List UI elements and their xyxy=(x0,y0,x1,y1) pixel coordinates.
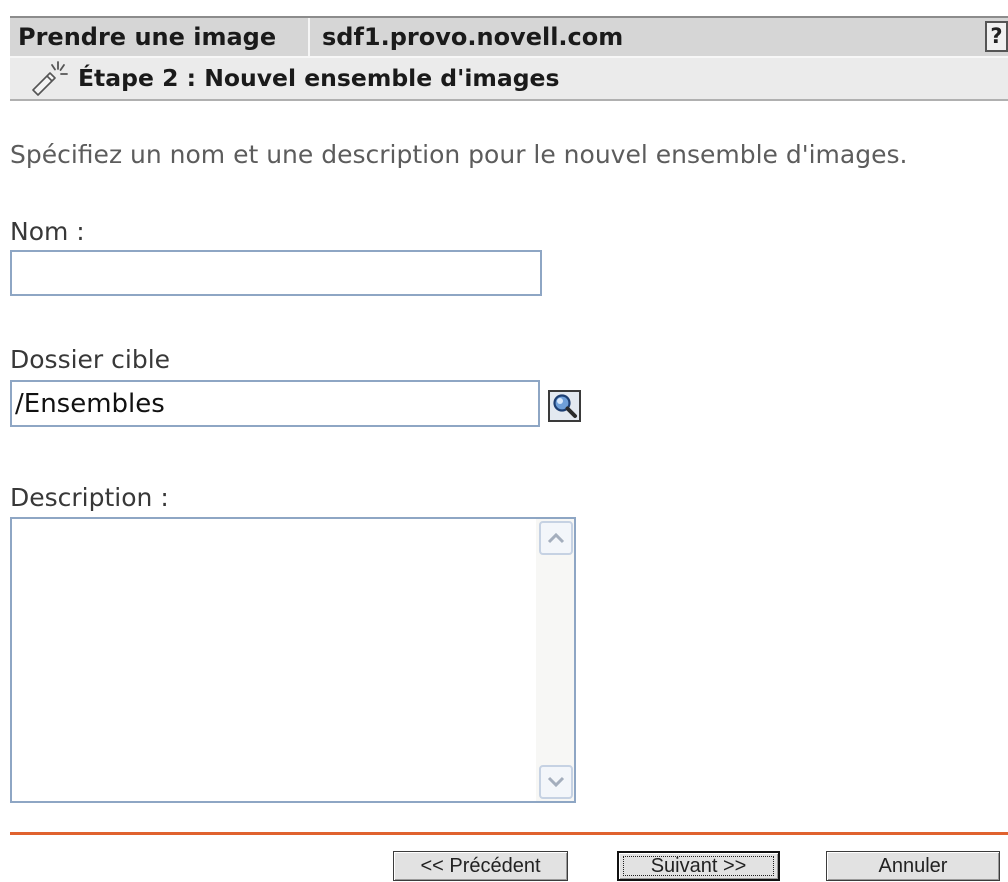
scroll-down-button[interactable] xyxy=(539,765,573,799)
search-icon xyxy=(550,392,579,420)
footer-divider xyxy=(10,832,1008,835)
description-label: Description : xyxy=(10,483,169,512)
header-cell-separator xyxy=(308,18,310,56)
help-icon: ? xyxy=(990,24,1003,48)
instructions-text: Spécifiez un nom et une description pour… xyxy=(10,140,908,169)
next-button[interactable]: Suivant >> xyxy=(617,851,780,881)
chevron-up-icon xyxy=(547,529,565,548)
vertical-scrollbar[interactable] xyxy=(536,519,574,801)
name-input[interactable] xyxy=(10,250,542,296)
help-button[interactable]: ? xyxy=(985,21,1008,52)
page-title: Prendre une image xyxy=(18,23,277,51)
wizard-step-header: Étape 2 : Nouvel ensemble d'images xyxy=(10,56,1008,101)
cancel-button[interactable]: Annuler xyxy=(826,851,1000,881)
name-label: Nom : xyxy=(10,217,85,246)
description-textarea[interactable] xyxy=(12,519,536,801)
page-header: Prendre une image sdf1.provo.novell.com … xyxy=(10,16,1008,56)
server-name: sdf1.provo.novell.com xyxy=(322,23,624,51)
target-folder-label: Dossier cible xyxy=(10,345,171,374)
description-field xyxy=(10,517,576,803)
scroll-up-button[interactable] xyxy=(539,521,573,555)
browse-folder-button[interactable] xyxy=(548,390,581,422)
previous-button[interactable]: << Précédent xyxy=(393,851,568,881)
chevron-down-icon xyxy=(547,773,565,792)
target-folder-input[interactable] xyxy=(10,380,540,427)
step-title: Étape 2 : Nouvel ensemble d'images xyxy=(78,64,560,92)
wizard-wand-icon xyxy=(30,60,68,96)
